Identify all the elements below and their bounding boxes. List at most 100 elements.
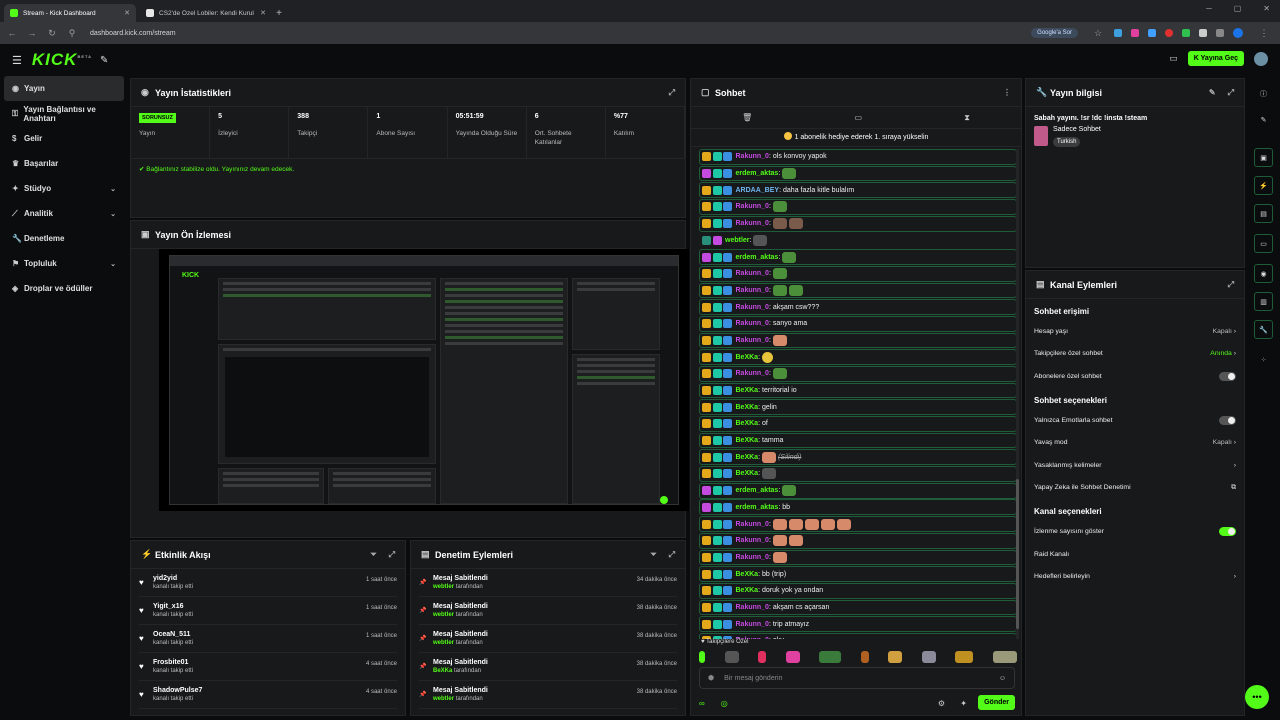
- url-field[interactable]: dashboard.kick.com/stream: [90, 30, 1031, 37]
- chat-message[interactable]: Rakunn_0:: [699, 365, 1017, 382]
- chat-username[interactable]: ARDAA_BEY: [736, 187, 780, 194]
- trash-icon[interactable]: 🗑: [742, 113, 752, 122]
- chat-username[interactable]: Rakunn_0: [736, 203, 769, 210]
- option-row[interactable]: Takipçilere özel sohbet Anında ›: [1034, 343, 1236, 366]
- chat-message[interactable]: BeXKa:: [699, 466, 1017, 482]
- chat-username[interactable]: BeXKa: [736, 571, 759, 578]
- chat-message[interactable]: Rakunn_0:: [699, 265, 1017, 282]
- user-avatar[interactable]: [1254, 51, 1268, 66]
- chat-username[interactable]: BeXKa: [736, 454, 759, 461]
- extension-icon[interactable]: [1131, 29, 1139, 37]
- close-tab-icon[interactable]: ✕: [260, 9, 266, 17]
- channel-rail-icon[interactable]: ▥: [1254, 292, 1273, 311]
- close-window-icon[interactable]: ✕: [1263, 4, 1270, 13]
- wrench-rail-icon[interactable]: 🔧: [1254, 320, 1273, 339]
- site-info-icon[interactable]: ⚲: [64, 28, 80, 39]
- emote-icon[interactable]: [785, 651, 800, 663]
- toggle-switch[interactable]: [1219, 415, 1236, 425]
- chat-message[interactable]: Rakunn_0: trip atmayız: [699, 616, 1017, 633]
- sidebar-item-3[interactable]: ♛ Başarılar: [4, 151, 124, 176]
- chat-message[interactable]: Rakunn_0:: [699, 516, 1017, 532]
- edit-icon[interactable]: ✎: [1254, 110, 1273, 129]
- chat-username[interactable]: Rakunn_0: [736, 370, 769, 377]
- sidebar-item-8[interactable]: ◈ Droplar ve ödüller: [4, 276, 124, 301]
- info-icon[interactable]: ⓘ: [1254, 84, 1273, 103]
- filter-icon[interactable]: ⏷: [370, 550, 376, 560]
- moderation-row[interactable]: 📌 Mesaj Sabitlendi webtler tarafından 38 da…: [419, 597, 677, 625]
- chat-message[interactable]: Rakunn_0:: [699, 282, 1017, 299]
- moderation-row[interactable]: 📌 Mesaj Sabitlendi webtler tarafından 34 da…: [419, 569, 677, 597]
- emoji-icon[interactable]: ☺: [999, 675, 1006, 682]
- stream-preview-video[interactable]: KICK: [159, 249, 689, 511]
- hourglass-icon[interactable]: ⧗: [964, 113, 970, 123]
- hamburger-menu-icon[interactable]: ☰: [12, 54, 22, 67]
- google-ask-button[interactable]: Google'a Sor: [1031, 28, 1078, 38]
- sidebar-item-0[interactable]: ◉ Yayın: [4, 76, 124, 101]
- star-icon[interactable]: ☆: [1090, 28, 1106, 39]
- edit-icon[interactable]: ✎: [1209, 88, 1216, 98]
- chat-message[interactable]: Rakunn_0:: [699, 549, 1017, 566]
- new-tab-button[interactable]: +: [272, 4, 286, 22]
- option-value[interactable]: ›: [1234, 573, 1236, 580]
- moderation-row[interactable]: 📌 Mesaj Sabitlendi webtler tarafından 38 da…: [419, 681, 677, 709]
- browser-tab[interactable]: CS2'de Özel Lobiler: Kendi Kurul ✕: [140, 4, 272, 22]
- chat-message[interactable]: Rakunn_0:: [699, 199, 1017, 215]
- preview-rail-icon[interactable]: ◉: [1254, 264, 1273, 283]
- chevron-down-icon[interactable]: ⌄: [110, 210, 116, 218]
- emote-icon[interactable]: [888, 651, 903, 663]
- extension-icon[interactable]: [1182, 29, 1190, 37]
- chat-username[interactable]: BeXKa: [736, 354, 759, 361]
- option-row[interactable]: Yapay Zeka ile Sohbet Denetimi ⧉: [1034, 477, 1236, 500]
- extension-icon[interactable]: [1199, 29, 1207, 37]
- moderation-row[interactable]: 📌 Mesaj Sabitlendi webtler tarafından 38 da…: [419, 625, 677, 653]
- chat-username[interactable]: webtler: [725, 237, 750, 244]
- extensions-puzzle-icon[interactable]: [1216, 29, 1224, 37]
- document-rail-icon[interactable]: ▤: [1254, 204, 1273, 223]
- lightning-rail-icon[interactable]: ⚡: [1254, 176, 1273, 195]
- chat-message[interactable]: Rakunn_0: akşam csw???: [699, 299, 1017, 315]
- chat-message[interactable]: Rakunn_0: ols konvoy yapok: [699, 149, 1017, 165]
- chat-username[interactable]: Rakunn_0: [736, 537, 769, 544]
- option-value[interactable]: Kapalı ›: [1213, 328, 1236, 335]
- emote-icon[interactable]: [955, 651, 974, 663]
- option-row[interactable]: Raid Kanalı: [1034, 543, 1236, 566]
- option-value[interactable]: Anında ›: [1210, 350, 1236, 357]
- chat-username[interactable]: BeXKa: [736, 404, 759, 411]
- option-row[interactable]: Hesap yaşı Kapalı ›: [1034, 320, 1236, 343]
- maximize-icon[interactable]: ▢: [1234, 4, 1242, 13]
- goal-icon[interactable]: ◎: [721, 699, 728, 708]
- emote-icon[interactable]: [992, 651, 1017, 663]
- chat-username[interactable]: Rakunn_0: [736, 521, 769, 528]
- close-tab-icon[interactable]: ✕: [124, 9, 130, 17]
- option-row[interactable]: Yalnızca Emotlarla sohbet: [1034, 409, 1236, 432]
- minimize-icon[interactable]: ─: [1206, 4, 1212, 13]
- more-options-icon[interactable]: ⋮: [1003, 88, 1011, 97]
- pin-icon[interactable]: ✎: [100, 55, 108, 66]
- emote-icon[interactable]: [699, 651, 705, 663]
- toggle-switch[interactable]: [1219, 371, 1236, 381]
- chat-message[interactable]: Rakunn_0:: [699, 332, 1017, 349]
- expand-icon[interactable]: ⤢: [1228, 280, 1234, 290]
- chat-message[interactable]: erdem_aktas:: [699, 482, 1017, 499]
- chat-message[interactable]: BeXKa: territorial io: [699, 382, 1017, 399]
- menu-dots-icon[interactable]: ⋮: [1256, 28, 1272, 39]
- chat-message[interactable]: webtler:: [699, 232, 1017, 248]
- activity-row[interactable]: ♥ yid2yid kanalı takip etti 1 saat önce: [139, 569, 397, 597]
- expand-icon[interactable]: ⤢: [669, 550, 675, 560]
- chat-message[interactable]: BeXKa: gelin: [699, 399, 1017, 416]
- chat-username[interactable]: BeXKa: [736, 437, 759, 444]
- emote-icon[interactable]: [724, 651, 739, 663]
- kick-logo[interactable]: KICKBETA: [32, 50, 92, 70]
- chat-rail-icon[interactable]: ▭: [1254, 234, 1273, 253]
- wallet-icon[interactable]: ▭: [1169, 53, 1178, 64]
- activity-row[interactable]: ♥ ShadowPulse7 kanalı takip etti 4 saat önc…: [139, 681, 397, 709]
- option-value[interactable]: ⧉: [1231, 484, 1236, 492]
- chat-username[interactable]: erdem_aktas: [736, 170, 779, 177]
- extension-icon[interactable]: [1114, 29, 1122, 37]
- chat-username[interactable]: Rakunn_0: [736, 220, 769, 227]
- sidebar-item-1[interactable]: ⚿ Yayın Bağlantısı ve Anahtarı: [4, 101, 124, 126]
- expand-icon[interactable]: ⤢: [669, 88, 675, 98]
- chat-message[interactable]: BeXKa: bb (trip): [699, 566, 1017, 582]
- chat-username[interactable]: Rakunn_0: [736, 337, 769, 344]
- sidebar-item-2[interactable]: $ Gelir: [4, 126, 124, 151]
